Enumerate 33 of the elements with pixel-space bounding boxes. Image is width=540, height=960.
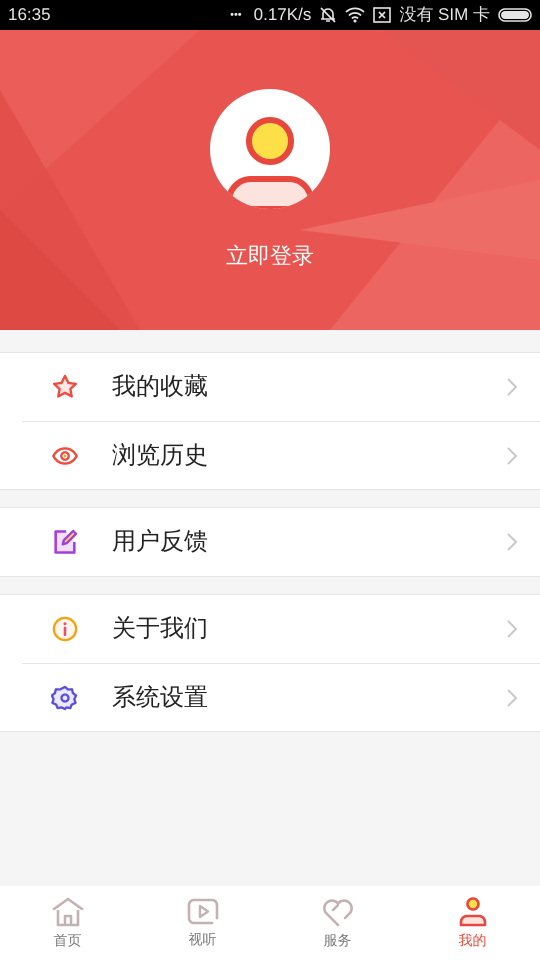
play-icon	[186, 896, 220, 926]
chevron-icon	[506, 377, 518, 397]
menu-item[interactable]: 用户反馈	[22, 508, 540, 576]
menu-item[interactable]: 关于我们	[22, 595, 540, 663]
home-icon	[50, 896, 84, 928]
menu-item[interactable]: 我的收藏	[22, 353, 540, 421]
tab[interactable]: 视听	[135, 886, 270, 960]
battery-icon	[498, 8, 532, 22]
tab[interactable]: 首页	[0, 886, 135, 960]
chevron-icon	[506, 532, 518, 552]
chevron-icon	[506, 446, 518, 466]
chevron-icon	[506, 619, 518, 639]
sim-icon	[373, 7, 392, 23]
tab[interactable]: 服务	[270, 886, 405, 960]
menu-label: 我的收藏	[112, 372, 209, 402]
settings-icon	[51, 684, 79, 712]
menu-label: 用户反馈	[112, 527, 209, 557]
info-icon	[51, 615, 79, 643]
menu-label: 关于我们	[112, 614, 209, 644]
user-icon	[225, 116, 315, 208]
menu-item[interactable]: 系统设置	[22, 663, 540, 731]
more-text: •••	[230, 8, 242, 23]
tab[interactable]: 我的	[405, 886, 540, 960]
menu-label: 浏览历史	[112, 440, 209, 470]
bell-off-icon	[319, 6, 338, 24]
menu-item[interactable]: 浏览历史	[22, 421, 540, 489]
carrier-text: 没有 SIM 卡	[399, 4, 490, 26]
menu-label: 系统设置	[112, 682, 209, 712]
wifi-icon	[345, 7, 366, 23]
chevron-icon	[506, 688, 518, 708]
network-speed: 0.17K/s	[254, 4, 312, 26]
login-link[interactable]: 立即登录	[226, 238, 314, 272]
clock-text: 16:35	[8, 4, 51, 26]
